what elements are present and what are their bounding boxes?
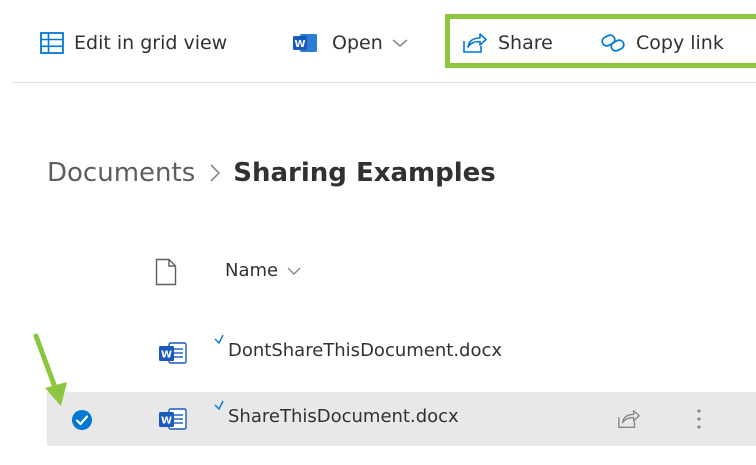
word-file-icon: W: [158, 340, 188, 370]
edit-grid-view-label: Edit in grid view: [74, 32, 228, 54]
more-vertical-icon[interactable]: [695, 406, 703, 436]
file-name[interactable]: ShareThisDocument.docx: [228, 406, 459, 427]
grid-view-icon: [40, 32, 64, 54]
check-circle-icon[interactable]: [71, 409, 93, 431]
list-header: Name: [0, 248, 756, 300]
list-item[interactable]: W DontShareThisDocument.docx: [47, 326, 756, 382]
svg-text:W: W: [161, 350, 172, 361]
sharepoint-document-library: Edit in grid view W Open Share Copy link…: [0, 0, 756, 465]
file-type-icon[interactable]: [155, 258, 177, 290]
svg-text:W: W: [161, 416, 172, 427]
word-icon: W: [292, 32, 318, 54]
chevron-right-icon: [209, 162, 221, 184]
share-icon[interactable]: [617, 408, 641, 434]
breadcrumb-root[interactable]: Documents: [47, 158, 195, 188]
breadcrumb-current: Sharing Examples: [233, 158, 496, 188]
highlight-box: [445, 14, 756, 68]
new-item-icon: [213, 330, 225, 349]
svg-text:W: W: [294, 39, 305, 50]
breadcrumb: Documents Sharing Examples: [47, 153, 496, 193]
list-item-selected[interactable]: W ShareThisDocument.docx: [47, 392, 756, 446]
new-item-icon: [213, 396, 225, 415]
file-name[interactable]: DontShareThisDocument.docx: [228, 340, 502, 361]
open-button[interactable]: W Open: [292, 26, 409, 60]
open-label: Open: [332, 32, 383, 54]
command-bar: Edit in grid view W Open Share Copy link: [0, 0, 756, 84]
column-header-name[interactable]: Name: [225, 260, 302, 281]
column-header-name-label: Name: [225, 260, 279, 281]
word-file-icon: W: [158, 406, 188, 436]
chevron-down-icon[interactable]: [391, 37, 409, 49]
edit-grid-view-button[interactable]: Edit in grid view: [40, 26, 227, 60]
toolbar-divider: [12, 82, 756, 83]
annotation-arrow: [28, 330, 70, 414]
chevron-down-icon: [286, 266, 302, 276]
